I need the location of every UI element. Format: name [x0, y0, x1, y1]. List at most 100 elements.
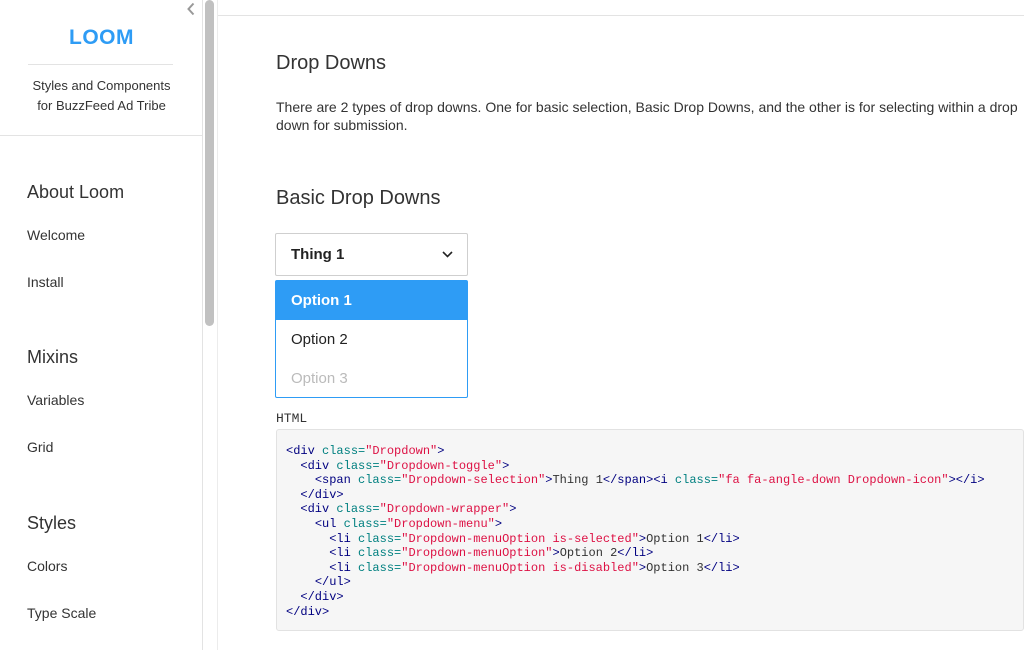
code-token: >: [638, 531, 647, 546]
code-token: >: [638, 560, 647, 575]
tagline: Styles and Components for BuzzFeed Ad Tr…: [0, 76, 203, 116]
code-line: </div>: [286, 589, 344, 604]
dropdown-option-2[interactable]: Option 2: [276, 320, 467, 359]
code-token: >: [552, 546, 560, 561]
code-line: </div>: [286, 605, 329, 619]
code-token: </li>: [703, 560, 740, 575]
code-token: class=: [358, 546, 402, 561]
code-token: "Dropdown-menu": [386, 516, 495, 531]
sidebar-item-welcome[interactable]: Welcome: [27, 227, 85, 243]
tagline-line-2: for BuzzFeed Ad Tribe: [37, 98, 166, 113]
code-token: class=: [336, 458, 380, 473]
code-token: "Dropdown": [365, 444, 438, 458]
code-token: <li: [329, 531, 359, 546]
code-token: <div: [286, 444, 323, 458]
code-token: <div: [300, 458, 337, 473]
code-token: "Dropdown-menuOption": [401, 546, 553, 561]
code-token: <span: [314, 473, 359, 488]
code-token: class=: [322, 444, 366, 458]
sidebar-item-grid[interactable]: Grid: [27, 439, 53, 455]
sidebar-divider: [0, 135, 203, 136]
code-token: Option 1: [646, 531, 704, 546]
dropdown-option-1[interactable]: Option 1: [276, 281, 467, 320]
chevron-left-icon: [187, 2, 195, 16]
header-divider: [218, 15, 1024, 16]
sidebar-item-type-scale[interactable]: Type Scale: [27, 605, 96, 621]
code-line: <ul class="Dropdown-menu">: [286, 517, 502, 531]
code-token: Option 2: [559, 546, 618, 561]
code-token: </li>: [703, 531, 740, 546]
code-token: </li>: [617, 546, 654, 561]
section-title-styles: Styles: [27, 513, 77, 533]
code-label: HTML: [276, 411, 308, 426]
code-token: >: [509, 502, 517, 517]
dropdown-option-3: Option 3: [291, 370, 348, 387]
code-content: <div class="Dropdown"> <div class="Dropd…: [277, 430, 1023, 619]
code-token: <li: [329, 560, 359, 575]
tagline-line-1: Styles and Components: [32, 78, 171, 93]
brand-divider: [28, 64, 173, 65]
code-token: "Dropdown-menuOption is-selected": [401, 531, 639, 546]
collapse-sidebar-button[interactable]: [183, 0, 199, 18]
code-line: </ul>: [286, 575, 351, 589]
dropdown-selection: Thing 1: [291, 246, 345, 263]
code-token: class=: [358, 531, 402, 546]
code-token: </div>: [300, 589, 344, 604]
sidebar-item-variables[interactable]: Variables: [27, 392, 84, 408]
code-token: class=: [358, 473, 402, 488]
code-token: </div>: [286, 604, 330, 619]
dropdown-menu: Option 1 Option 2 Option 3: [275, 280, 468, 398]
code-line: <div class="Dropdown-wrapper">: [286, 502, 516, 516]
code-line: <li class="Dropdown-menuOption">Option 2…: [286, 546, 653, 560]
code-line: <div class="Dropdown-toggle">: [286, 459, 509, 473]
code-line: </div>: [286, 487, 344, 502]
code-token: Option 3: [646, 560, 704, 575]
content-border: [217, 0, 218, 650]
page-title: Drop Downs: [276, 52, 387, 74]
code-token: "Dropdown-wrapper": [379, 502, 510, 517]
code-line: <li class="Dropdown-menuOption is-select…: [286, 532, 740, 546]
code-token: <li: [329, 546, 359, 561]
code-token: >: [494, 516, 503, 531]
code-token: >: [502, 458, 510, 473]
code-line: <div class="Dropdown">: [286, 444, 444, 458]
code-token: "Dropdown-toggle": [379, 458, 503, 473]
code-token: class=: [674, 473, 719, 488]
section-heading-basic-drop-downs: Basic Drop Downs: [276, 187, 441, 209]
code-token: <div: [300, 502, 337, 517]
code-token: ></i>: [948, 473, 985, 488]
sidebar-scrollbar-thumb[interactable]: [205, 0, 214, 326]
code-token: "Dropdown-selection": [401, 473, 546, 488]
sidebar-item-colors[interactable]: Colors: [27, 558, 67, 574]
code-token: </div>: [300, 487, 344, 502]
page-description: There are 2 types of drop downs. One for…: [276, 99, 1018, 133]
code-token: "Dropdown-menuOption is-disabled": [401, 560, 639, 575]
code-token: class=: [358, 560, 402, 575]
sidebar-item-install[interactable]: Install: [27, 274, 64, 290]
sidebar: LOOM Styles and Components for BuzzFeed …: [0, 0, 203, 650]
code-token: class=: [343, 516, 387, 531]
brand-logo[interactable]: LOOM: [0, 26, 203, 50]
code-block: <div class="Dropdown"> <div class="Dropd…: [276, 429, 1024, 631]
code-token: </span><i: [602, 473, 675, 488]
dropdown-toggle[interactable]: Thing 1: [275, 233, 468, 276]
section-title-mixins: Mixins: [27, 347, 79, 367]
code-token: "fa fa-angle-down Dropdown-icon": [718, 473, 949, 488]
code-line: <li class="Dropdown-menuOption is-disabl…: [286, 561, 740, 575]
code-token: >: [437, 444, 445, 458]
code-token: </ul>: [314, 575, 351, 590]
section-title-about-loom: About Loom: [27, 182, 125, 202]
chevron-down-icon: [441, 249, 453, 261]
code-token: Thing 1: [552, 473, 603, 488]
code-token: <ul: [314, 516, 344, 531]
